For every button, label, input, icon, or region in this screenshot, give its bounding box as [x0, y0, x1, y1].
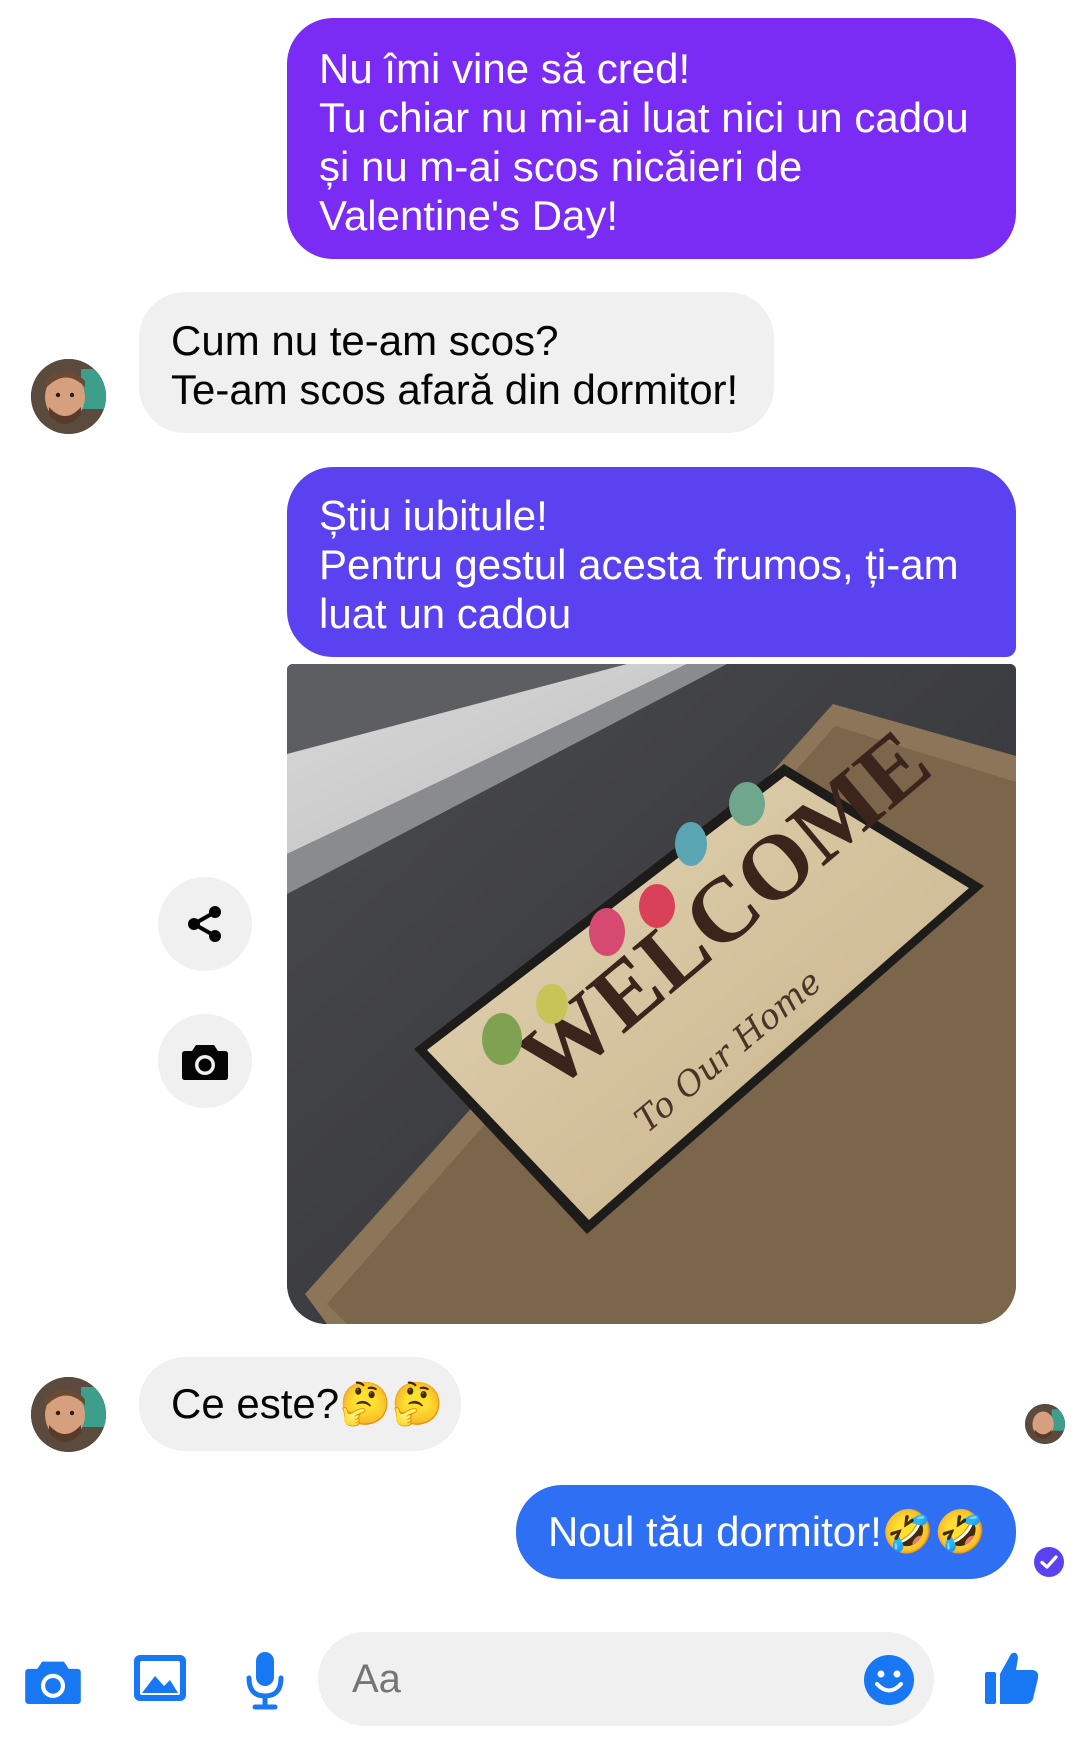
- contact-avatar[interactable]: [31, 359, 106, 434]
- check-circle-icon: [1034, 1547, 1064, 1577]
- camera-icon: [182, 1045, 228, 1080]
- message-input-box[interactable]: [318, 1632, 934, 1726]
- share-icon: [188, 906, 221, 942]
- microphone-icon: [246, 1652, 284, 1710]
- message-bubble-received[interactable]: Ce este?🤔🤔: [139, 1357, 461, 1451]
- camera-button[interactable]: [158, 1014, 252, 1108]
- gallery-icon: [134, 1655, 186, 1701]
- message-bubble-received[interactable]: Cum nu te-am scos? Te-am scos afară din …: [139, 292, 774, 433]
- camera-icon: [25, 1661, 81, 1704]
- microphone-button[interactable]: [240, 1648, 290, 1712]
- share-button[interactable]: [158, 877, 252, 971]
- message-input[interactable]: [352, 1632, 832, 1726]
- like-button[interactable]: [980, 1645, 1044, 1709]
- message-bubble-sent[interactable]: Nu îmi vine să cred! Tu chiar nu mi-ai l…: [287, 18, 1016, 259]
- thumbs-up-icon: [985, 1652, 1039, 1704]
- seen-avatar: [1025, 1404, 1065, 1444]
- message-composer: [0, 1610, 1080, 1746]
- message-bubble-sent[interactable]: Noul tău dormitor!🤣🤣: [516, 1485, 1016, 1579]
- gallery-button[interactable]: [130, 1648, 190, 1708]
- camera-button[interactable]: [22, 1650, 84, 1712]
- contact-avatar[interactable]: [31, 1377, 106, 1452]
- photo-message[interactable]: WELCOME To Our Home: [287, 664, 1016, 1324]
- emoji-icon[interactable]: [862, 1653, 916, 1707]
- message-bubble-sent[interactable]: Știu iubitule! Pentru gestul acesta frum…: [287, 467, 1016, 657]
